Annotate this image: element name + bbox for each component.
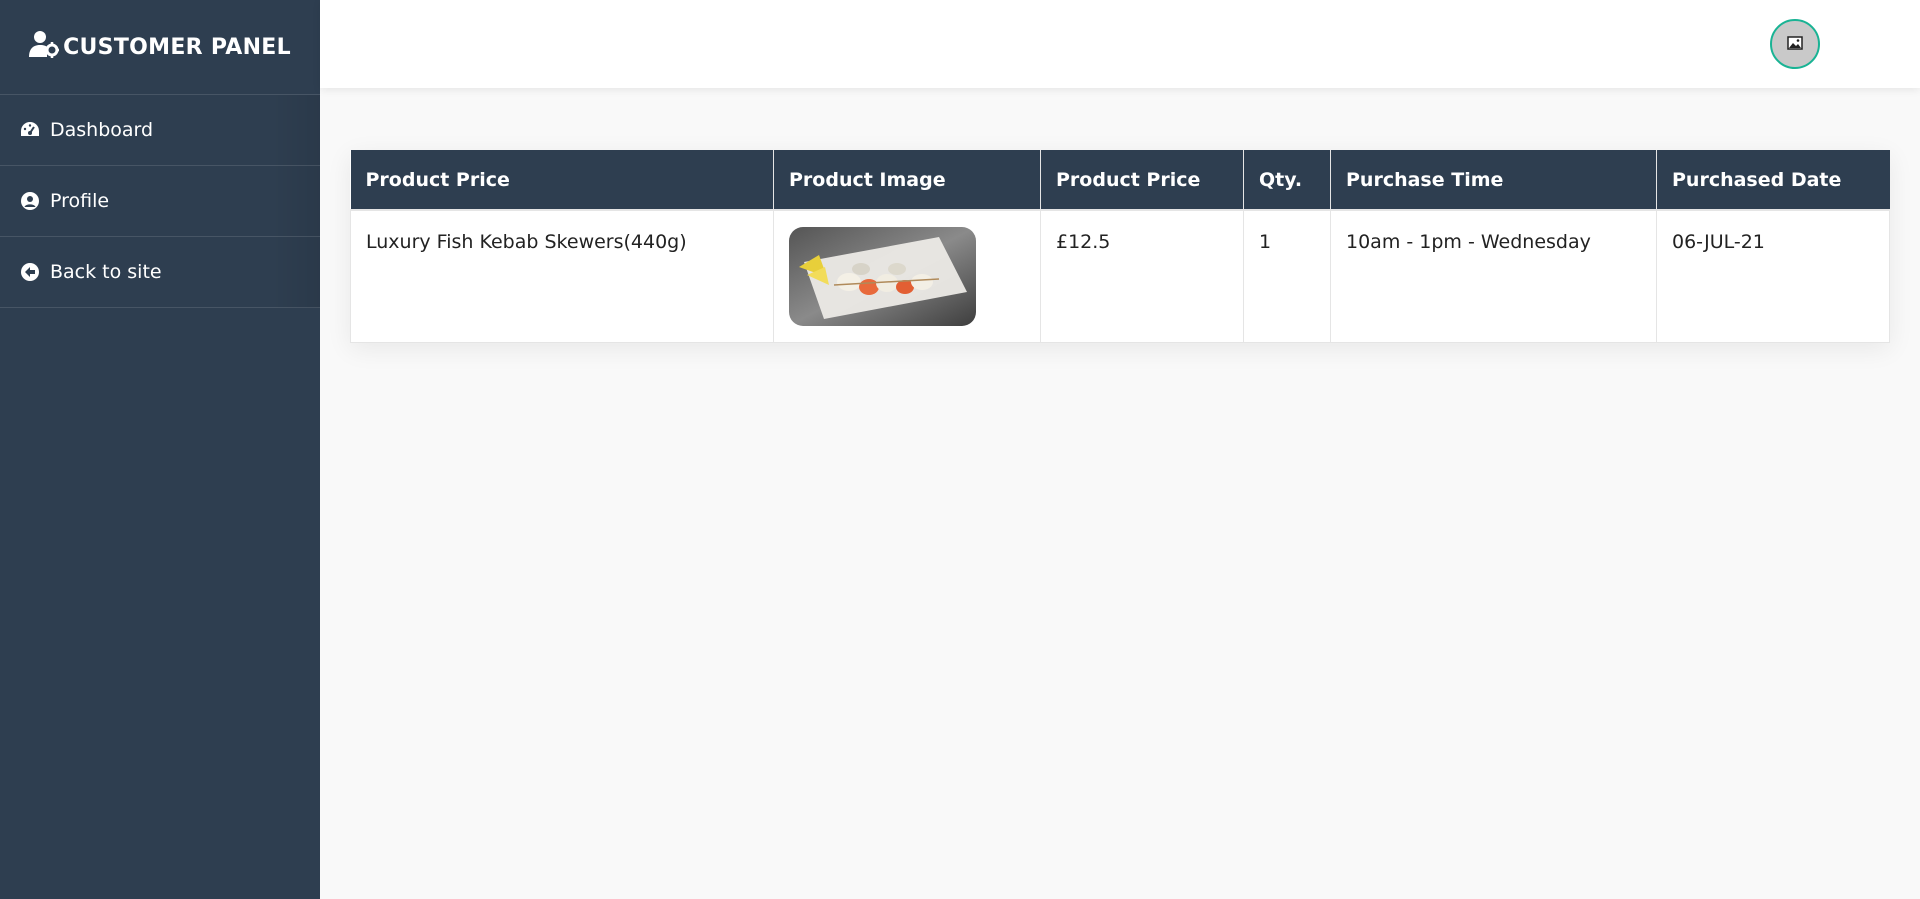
purchase-time-cell: 10am - 1pm - Wednesday bbox=[1330, 209, 1657, 343]
brand-title: CUSTOMER PANEL bbox=[63, 34, 291, 60]
qty-cell: 1 bbox=[1243, 209, 1331, 343]
arrow-circle-left-icon bbox=[20, 262, 40, 282]
avatar[interactable] bbox=[1770, 19, 1820, 69]
sidebar-item-profile[interactable]: Profile bbox=[0, 166, 320, 237]
sidebar-item-label: Profile bbox=[50, 190, 110, 212]
column-header: Qty. bbox=[1243, 150, 1331, 211]
top-bar bbox=[320, 0, 1920, 88]
sidebar-item-label: Back to site bbox=[50, 261, 162, 283]
product-image bbox=[789, 227, 976, 326]
brand[interactable]: CUSTOMER PANEL bbox=[0, 0, 320, 95]
table-header-row: Product Price Product Image Product Pric… bbox=[350, 150, 1890, 211]
table-row: Luxury Fish Kebab Skewers(440g) £12.5 1 … bbox=[350, 209, 1890, 343]
user-circle-icon bbox=[20, 191, 40, 211]
orders-content: Product Price Product Image Product Pric… bbox=[350, 150, 1890, 343]
tachometer-icon bbox=[20, 120, 40, 140]
user-cog-icon bbox=[29, 30, 60, 64]
column-header: Product Price bbox=[350, 150, 774, 211]
product-name-cell: Luxury Fish Kebab Skewers(440g) bbox=[350, 209, 774, 343]
fish-kebab-photo bbox=[789, 227, 976, 326]
sidebar: CUSTOMER PANEL Dashboard Profile Back to… bbox=[0, 0, 320, 899]
price-cell: £12.5 bbox=[1040, 209, 1244, 343]
purchased-date-cell: 06-JUL-21 bbox=[1656, 209, 1890, 343]
column-header: Purchase Time bbox=[1330, 150, 1657, 211]
product-image-cell bbox=[773, 209, 1041, 343]
orders-table: Product Price Product Image Product Pric… bbox=[350, 150, 1890, 343]
column-header: Product Price bbox=[1040, 150, 1244, 211]
sidebar-item-back-to-site[interactable]: Back to site bbox=[0, 237, 320, 308]
sidebar-item-dashboard[interactable]: Dashboard bbox=[0, 95, 320, 166]
sidebar-item-label: Dashboard bbox=[50, 119, 154, 141]
column-header: Purchased Date bbox=[1656, 150, 1890, 211]
column-header: Product Image bbox=[773, 150, 1041, 211]
broken-image-icon bbox=[1787, 35, 1803, 54]
